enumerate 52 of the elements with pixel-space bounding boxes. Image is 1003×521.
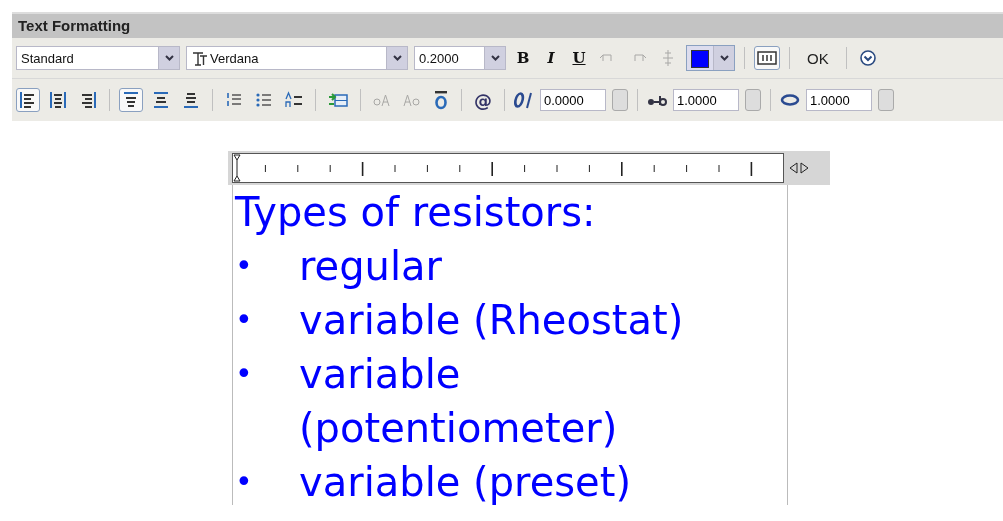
justify-button[interactable] bbox=[16, 88, 40, 112]
bullet: • bbox=[235, 355, 254, 393]
underline-button[interactable]: U bbox=[568, 46, 590, 70]
width-factor-field[interactable]: 1.0000 bbox=[806, 89, 872, 111]
ruler-icon bbox=[757, 51, 777, 65]
dropdown-button[interactable] bbox=[158, 47, 179, 69]
vertical-align-icon bbox=[182, 91, 200, 109]
oblique-angle-field[interactable]: 0.0000 bbox=[540, 89, 606, 111]
bullet: • bbox=[235, 463, 254, 501]
color-dropdown[interactable] bbox=[686, 45, 735, 71]
resize-arrows-icon[interactable] bbox=[788, 162, 810, 174]
bullet-list-icon bbox=[255, 91, 273, 109]
font-icon bbox=[191, 50, 207, 66]
list-item-text: (potentiometer) bbox=[299, 404, 618, 453]
bullet: • bbox=[235, 247, 254, 285]
lettered-list-icon bbox=[285, 91, 303, 109]
symbol-button[interactable]: @ bbox=[471, 88, 495, 112]
list-item-text: variable (Rheostat) bbox=[299, 296, 684, 345]
chevron-down-icon bbox=[392, 55, 402, 61]
overline-icon bbox=[433, 90, 449, 110]
align-button[interactable] bbox=[119, 88, 143, 112]
chevron-circle-icon bbox=[858, 49, 877, 67]
dropdown-button[interactable] bbox=[386, 47, 407, 69]
oblique-angle-icon bbox=[514, 91, 534, 109]
tracking-field[interactable]: 1.0000 bbox=[673, 89, 739, 111]
vertical-align-icon bbox=[152, 91, 170, 109]
toolbar-title: Text Formatting bbox=[12, 14, 1003, 38]
text-height-dropdown[interactable]: 0.2000 bbox=[414, 46, 506, 70]
align-icon bbox=[79, 91, 97, 109]
ruler-button[interactable] bbox=[754, 46, 780, 70]
font-dropdown[interactable]: Verdana bbox=[186, 46, 408, 70]
list-item-text: variable bbox=[299, 350, 462, 399]
dropdown-button[interactable] bbox=[484, 47, 505, 69]
ok-button[interactable]: OK bbox=[799, 49, 837, 67]
list-item-text: regular bbox=[299, 242, 442, 291]
italic-button[interactable]: I bbox=[540, 46, 562, 70]
align-icon bbox=[49, 91, 67, 109]
insert-field-icon bbox=[328, 91, 348, 109]
chevron-down-icon bbox=[719, 55, 729, 61]
bullet: • bbox=[235, 301, 254, 339]
dropdown-button[interactable] bbox=[713, 46, 734, 70]
style-dropdown[interactable]: Standard bbox=[16, 46, 180, 70]
numbered-list-icon bbox=[225, 91, 243, 109]
vertical-align-icon bbox=[122, 91, 140, 109]
chevron-down-icon bbox=[164, 55, 174, 61]
ruler[interactable] bbox=[232, 153, 784, 183]
bold-button[interactable]: B bbox=[512, 46, 534, 70]
list-item-text: variable (preset) bbox=[299, 458, 631, 507]
align-icon bbox=[19, 91, 37, 109]
chevron-down-icon bbox=[490, 55, 500, 61]
heading-text: Types of resistors: bbox=[235, 188, 597, 237]
width-factor-icon bbox=[780, 92, 800, 108]
